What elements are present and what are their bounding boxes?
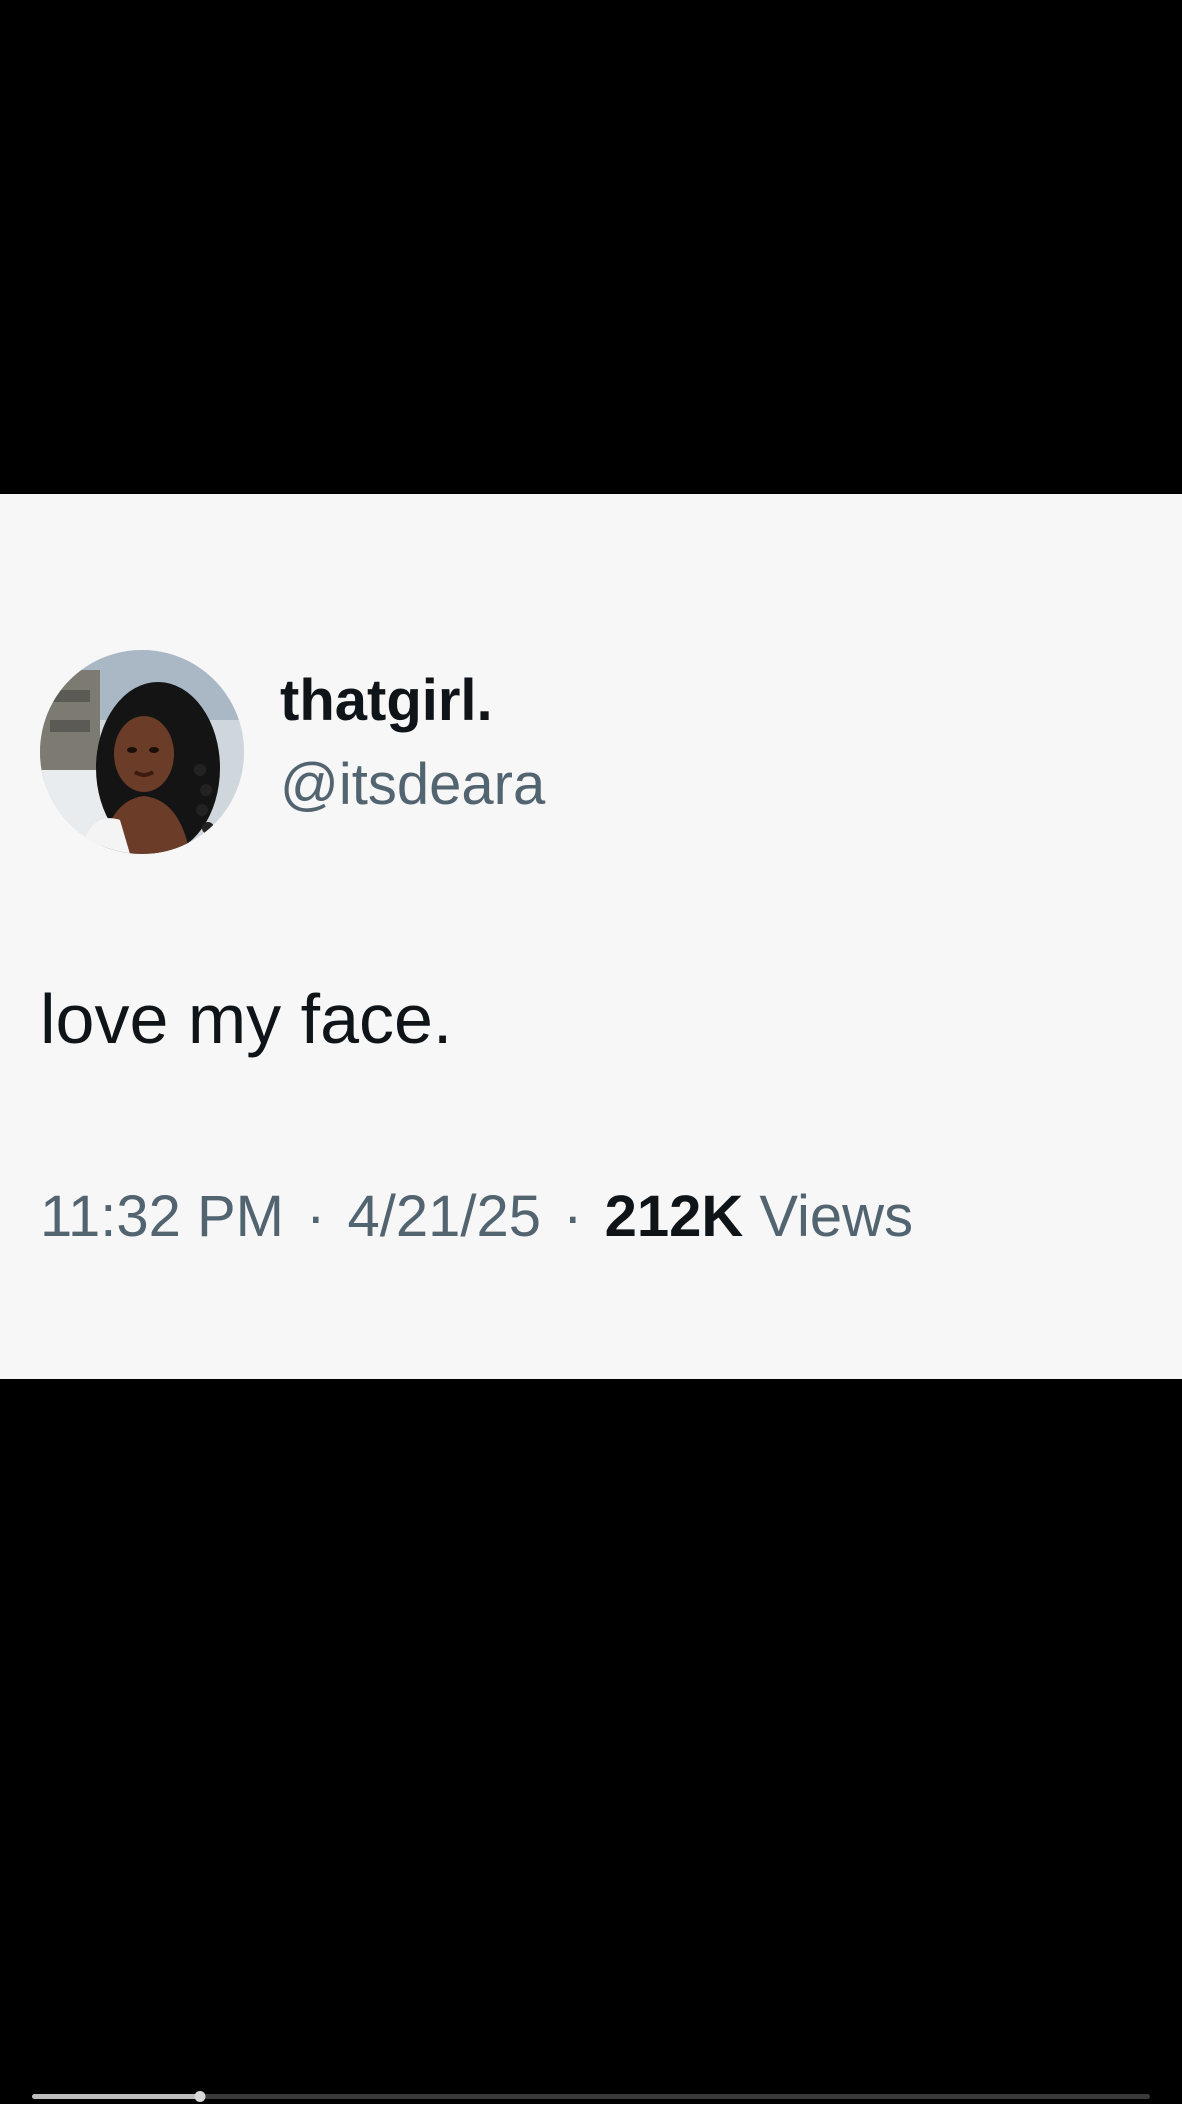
separator-dot: · xyxy=(563,1184,583,1249)
video-frame: thatgirl. @itsdeara love my face. 11:32 … xyxy=(0,0,1182,2104)
tweet-text: love my face. xyxy=(40,980,453,1058)
views-count: 212K xyxy=(604,1184,744,1249)
tweet-time[interactable]: 11:32 PM xyxy=(40,1184,284,1249)
video-progress-fill xyxy=(32,2094,200,2099)
tweet-metadata: 11:32 PM · 4/21/25 · 212K Views xyxy=(40,1188,913,1246)
avatar[interactable] xyxy=(40,650,244,854)
tweet-card: thatgirl. @itsdeara love my face. 11:32 … xyxy=(0,494,1182,1379)
display-name[interactable]: thatgirl. xyxy=(280,672,493,730)
profile-photo-avatar-icon xyxy=(40,650,244,854)
user-handle[interactable]: @itsdeara xyxy=(280,756,545,814)
tweet-date[interactable]: 4/21/25 xyxy=(348,1184,542,1249)
views-label: Views xyxy=(759,1184,914,1249)
video-progress-bar[interactable] xyxy=(32,2091,1150,2102)
separator-dot: · xyxy=(306,1184,326,1249)
video-scrubber-handle[interactable] xyxy=(194,2091,206,2102)
